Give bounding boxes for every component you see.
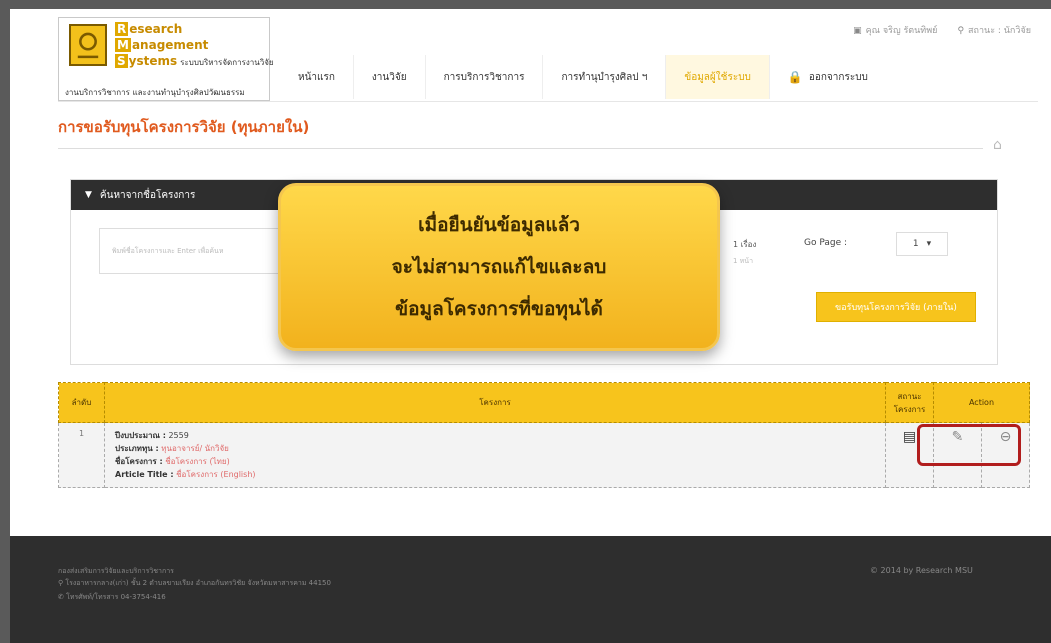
user-name[interactable]: ▣ คุณ จริญ รัตนทิพย์ <box>853 23 937 37</box>
table-row: 1 ปีงบประมาณ : 2559 ประเภททุน : ทุนอาจาร… <box>58 422 1030 488</box>
user-info: ▣ คุณ จริญ รัตนทิพย์ ⚲ สถานะ : นักวิจัย <box>853 23 1031 37</box>
page-count: 1 หน้า <box>733 257 754 265</box>
col-project-header: โครงการ <box>104 382 886 423</box>
nav-academic-service[interactable]: การบริการวิชาการ <box>424 55 543 99</box>
result-count: 1 เรื่อง <box>733 240 757 249</box>
projects-table: ลำดับ โครงการ สถานะ โครงการ Action 1 ปีง… <box>58 382 1030 488</box>
apply-grant-button[interactable]: ขอรับทุนโครงการวิจัย (ภายใน) <box>816 292 976 322</box>
chevron-down-icon: ▼ <box>85 190 92 200</box>
col-status-header: สถานะ โครงการ <box>885 382 934 423</box>
search-input[interactable]: พิมพ์ชื่อโครงการและ Enter เพื่อค้นห <box>99 228 289 274</box>
project-info: ปีงบประมาณ : 2559 ประเภททุน : ทุนอาจารย์… <box>104 422 886 488</box>
lock-icon: 🔒 <box>787 70 803 84</box>
page-title: การขอรับทุนโครงการวิจัย (ทุนภายใน) <box>58 118 310 136</box>
user-card-icon: ▣ <box>853 26 862 36</box>
warning-callout: เมื่อยืนยันข้อมูลแล้ว จะไม่สามารถแก้ไขแล… <box>278 183 720 351</box>
action-highlight-box <box>917 424 1021 466</box>
logo-subtitle: งานบริการวิชาการ และงานทำนุบำรุงศิลปวัฒน… <box>65 88 245 97</box>
col-no-header: ลำดับ <box>58 382 105 423</box>
home-icon[interactable]: ⌂ <box>993 137 1009 153</box>
logo[interactable]: Research Management Systems ระบบบริหารจัด… <box>58 17 274 101</box>
location-pin-icon: ⚲ <box>957 26 965 36</box>
phone-icon: ✆ <box>58 593 67 601</box>
nav-home[interactable]: หน้าแรก <box>280 55 353 99</box>
document-status-icon[interactable]: ▤ <box>903 429 916 445</box>
title-divider <box>58 148 983 149</box>
caret-down-icon: ▾ <box>926 239 932 249</box>
go-page-label: Go Page : <box>804 238 848 248</box>
header-divider <box>58 101 1038 102</box>
copyright: © 2014 by Research MSU <box>870 566 973 575</box>
main-nav: หน้าแรก งานวิจัย การบริการวิชาการ การทำน… <box>280 55 886 99</box>
page: Research Management Systems ระบบบริหารจัด… <box>10 9 1051 643</box>
logo-mark <box>69 24 107 66</box>
go-page-select[interactable]: 1 ▾ <box>896 232 948 256</box>
user-status: ⚲ สถานะ : นักวิจัย <box>957 26 1031 36</box>
nav-user-info[interactable]: ข้อมูลผู้ใช้ระบบ <box>665 55 769 99</box>
col-action-header: Action <box>933 382 1030 423</box>
footer: กองส่งเสริมการวิจัยและบริการวิชาการ ⚲ โร… <box>10 536 1051 643</box>
nav-logout[interactable]: 🔒 ออกจากระบบ <box>768 55 886 99</box>
nav-culture[interactable]: การทำนุบำรุงศิลป ฯ <box>542 55 665 99</box>
nav-research[interactable]: งานวิจัย <box>352 55 425 99</box>
